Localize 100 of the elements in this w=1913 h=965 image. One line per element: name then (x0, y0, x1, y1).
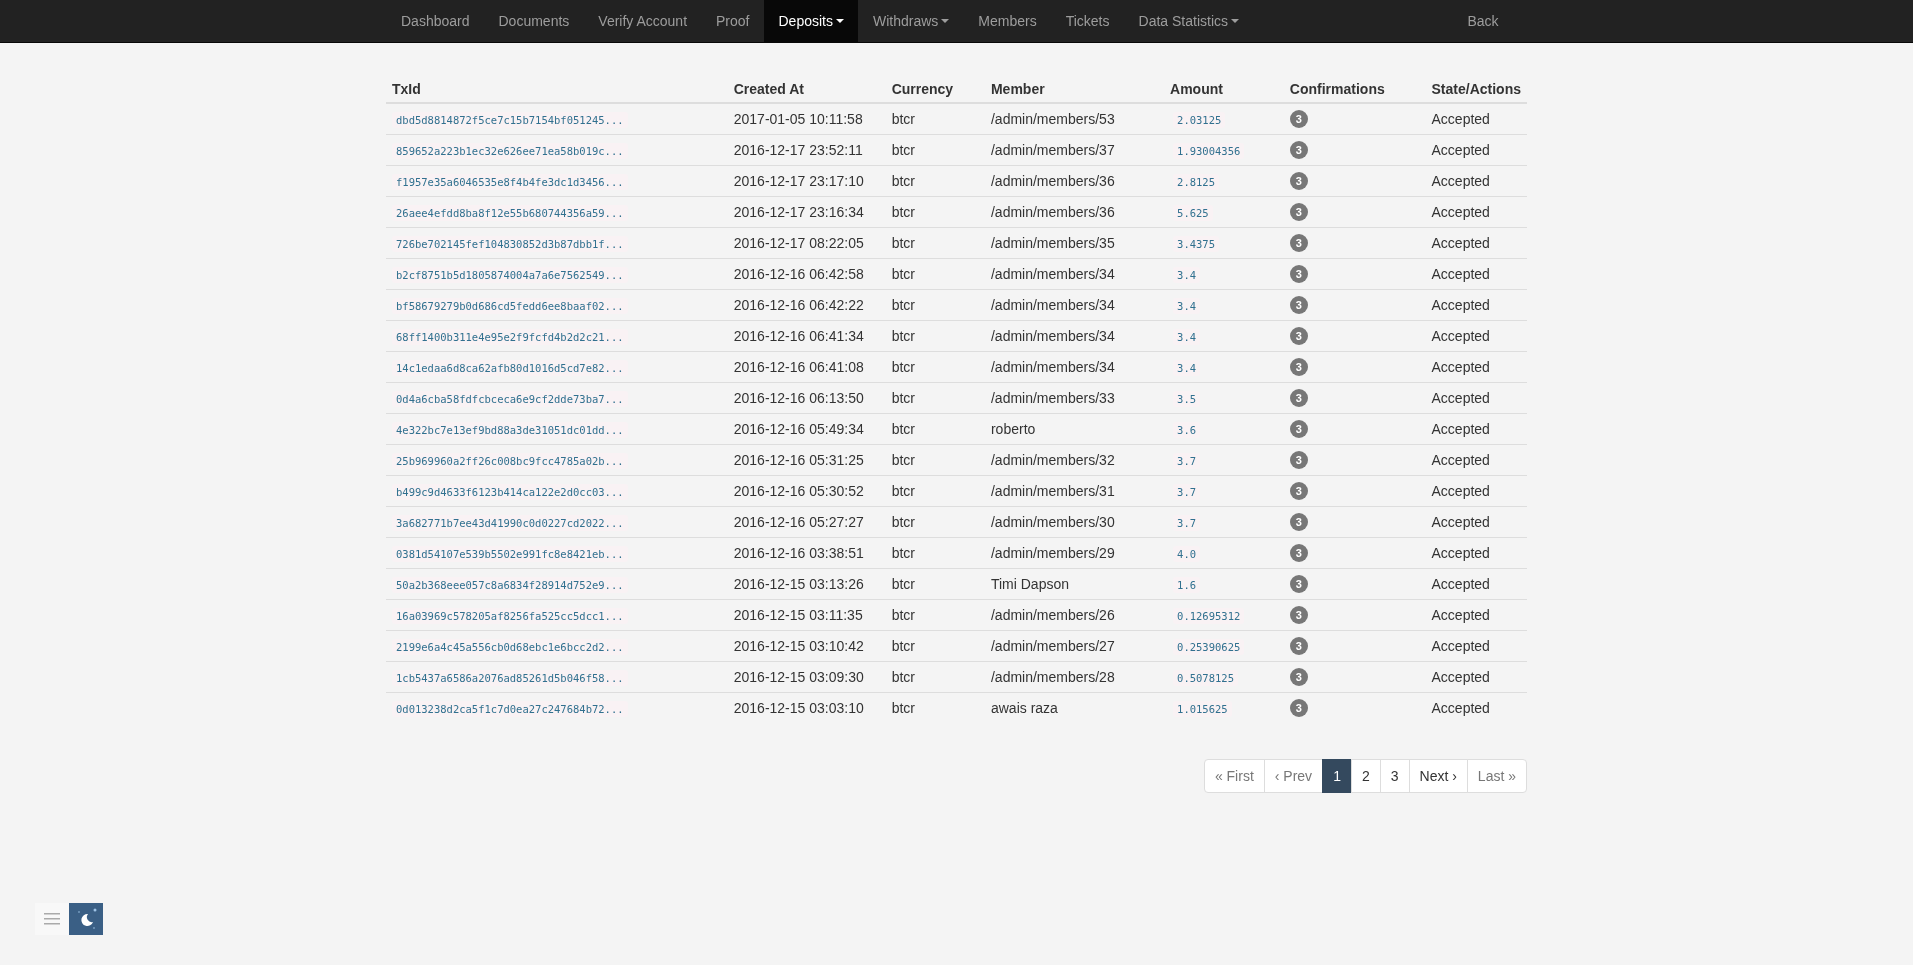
confirmations-badge: 3 (1289, 606, 1308, 624)
txid-link[interactable]: b499c9d4633f6123b414ca122e2d0cc03... (392, 484, 628, 500)
txid-link[interactable]: 1cb5437a6586a2076ad85261d5b046f58... (392, 670, 628, 686)
member-text: /admin/members/26 (990, 607, 1115, 623)
member-text: /admin/members/29 (990, 545, 1115, 561)
member-text: /admin/members/31 (990, 483, 1115, 499)
confirmations-badge: 3 (1289, 327, 1308, 345)
txid-link[interactable]: 3a682771b7ee43d41990c0d0227cd2022... (392, 515, 628, 531)
amount-value: 4.0 (1173, 546, 1201, 562)
created-at-text: 2016-12-17 23:16:34 (733, 204, 864, 220)
currency-text: btcr (891, 328, 915, 344)
page-link[interactable]: 3 (1379, 759, 1410, 793)
confirmations-badge: 3 (1289, 265, 1308, 283)
currency-text: btcr (891, 452, 915, 468)
txid-link[interactable]: 0381d54107e539b5502e991fc8e8421eb... (392, 546, 628, 562)
txid-link[interactable]: 4e322bc7e13ef9bd88a3de31051dc01dd... (392, 422, 628, 438)
state-text: Accepted (1431, 390, 1490, 406)
back-link[interactable]: Back (1452, 0, 1527, 42)
state-text: Accepted (1431, 328, 1490, 344)
currency-text: btcr (891, 142, 915, 158)
column-header: State/Actions (1425, 75, 1527, 103)
amount-value: 2.8125 (1173, 174, 1219, 190)
currency-text: btcr (891, 607, 915, 623)
nav-tab[interactable]: Members (963, 0, 1052, 42)
txid-link[interactable]: 0d4a6cba58fdfcbceca6e9cf2dde73ba7... (392, 391, 628, 407)
nav-tab[interactable]: Tickets (1051, 0, 1124, 42)
amount-value: 3.7 (1173, 515, 1201, 531)
created-at-text: 2016-12-16 05:27:27 (733, 514, 864, 530)
member-text: /admin/members/36 (990, 173, 1115, 189)
currency-text: btcr (891, 421, 915, 437)
txid-link[interactable]: 50a2b368eee057c8a6834f28914d752e9... (392, 577, 628, 593)
created-at-text: 2016-12-16 06:42:58 (733, 266, 864, 282)
txid-link[interactable]: 16a03969c578205af8256fa525cc5dcc1... (392, 608, 628, 624)
page-link[interactable]: 2 (1350, 759, 1381, 793)
txid-link[interactable]: 68ff1400b311e4e95e2f9fcfd4b2d2c21... (392, 329, 628, 345)
state-text: Accepted (1431, 173, 1490, 189)
column-header: TxId (386, 75, 728, 103)
created-at-text: 2016-12-16 05:30:52 (733, 483, 864, 499)
txid-link[interactable]: dbd5d8814872f5ce7c15b7154bf051245... (392, 112, 628, 128)
txid-link[interactable]: bf58679279b0d686cd5fedd6ee8baaf02... (392, 298, 628, 314)
state-text: Accepted (1431, 483, 1490, 499)
currency-text: btcr (891, 483, 915, 499)
created-at-text: 2016-12-16 05:49:34 (733, 421, 864, 437)
created-at-text: 2016-12-17 23:17:10 (733, 173, 864, 189)
state-text: Accepted (1431, 514, 1490, 530)
member-text: /admin/members/33 (990, 390, 1115, 406)
state-text: Accepted (1431, 204, 1490, 220)
amount-value: 3.6 (1173, 422, 1201, 438)
nav-tab[interactable]: Withdraws (858, 0, 964, 42)
txid-link[interactable]: 25b969960a2ff26c008bc9fcc4785a02b... (392, 453, 628, 469)
currency-text: btcr (891, 669, 915, 685)
txid-link[interactable]: 859652a223b1ec32e626ee71ea58b019c... (392, 143, 628, 159)
amount-value: 3.4 (1173, 360, 1201, 376)
created-at-text: 2016-12-16 06:42:22 (733, 297, 864, 313)
member-text: /admin/members/34 (990, 359, 1115, 375)
nav-tab[interactable]: Dashboard (386, 0, 484, 42)
state-text: Accepted (1431, 607, 1490, 623)
nav-tab[interactable]: Documents (484, 0, 584, 42)
column-header: Confirmations (1283, 75, 1426, 103)
confirmations-badge: 3 (1289, 389, 1308, 407)
confirmations-badge: 3 (1289, 420, 1308, 438)
confirmations-badge: 3 (1289, 513, 1308, 531)
txid-link[interactable]: 2199e6a4c45a556cb0d68ebc1e6bcc2d2... (392, 639, 628, 655)
created-at-text: 2016-12-16 05:31:25 (733, 452, 864, 468)
txid-link[interactable]: 26aee4efdd8ba8f12e55b680744356a59... (392, 205, 628, 221)
night-mode-button[interactable] (69, 903, 103, 935)
state-text: Accepted (1431, 111, 1490, 127)
txid-link[interactable]: 14c1edaa6d8ca62afb80d1016d5cd7e82... (392, 360, 628, 376)
nav-tab[interactable]: Proof (701, 0, 764, 42)
nav-tab[interactable]: Verify Account (583, 0, 702, 42)
page-link[interactable]: Next › (1408, 759, 1468, 793)
page-link[interactable]: 1 (1322, 759, 1352, 793)
nav-tab[interactable]: Data Statistics (1124, 0, 1254, 42)
txid-link[interactable]: b2cf8751b5d1805874004a7a6e7562549... (392, 267, 628, 283)
txid-link[interactable]: 726be702145fef104830852d3b87dbb1f... (392, 236, 628, 252)
txid-link[interactable]: f1957e35a6046535e8f4b4fe3dc1d3456... (392, 174, 628, 190)
currency-text: btcr (891, 173, 915, 189)
currency-text: btcr (891, 297, 915, 313)
amount-value: 5.625 (1173, 205, 1213, 221)
confirmations-badge: 3 (1289, 296, 1308, 314)
created-at-text: 2016-12-15 03:03:10 (733, 700, 864, 716)
amount-value: 3.4 (1173, 329, 1201, 345)
created-at-text: 2016-12-15 03:09:30 (733, 669, 864, 685)
member-text: /admin/members/35 (990, 235, 1115, 251)
currency-text: btcr (891, 111, 915, 127)
state-text: Accepted (1431, 297, 1490, 313)
amount-value: 3.7 (1173, 453, 1201, 469)
confirmations-badge: 3 (1289, 172, 1308, 190)
menu-icon (44, 913, 60, 925)
currency-text: btcr (891, 514, 915, 530)
amount-value: 2.03125 (1173, 112, 1226, 128)
txid-link[interactable]: 0d013238d2ca5f1c7d0ea27c247684b72... (392, 701, 628, 717)
amount-value: 3.7 (1173, 484, 1201, 500)
created-at-text: 2017-01-05 10:11:58 (733, 111, 863, 127)
currency-text: btcr (891, 359, 915, 375)
member-text: Timi Dapson (990, 576, 1069, 592)
member-text: /admin/members/28 (990, 669, 1115, 685)
nav-tab[interactable]: Deposits (764, 0, 859, 42)
created-at-text: 2016-12-15 03:10:42 (733, 638, 864, 654)
member-text: /admin/members/32 (990, 452, 1115, 468)
